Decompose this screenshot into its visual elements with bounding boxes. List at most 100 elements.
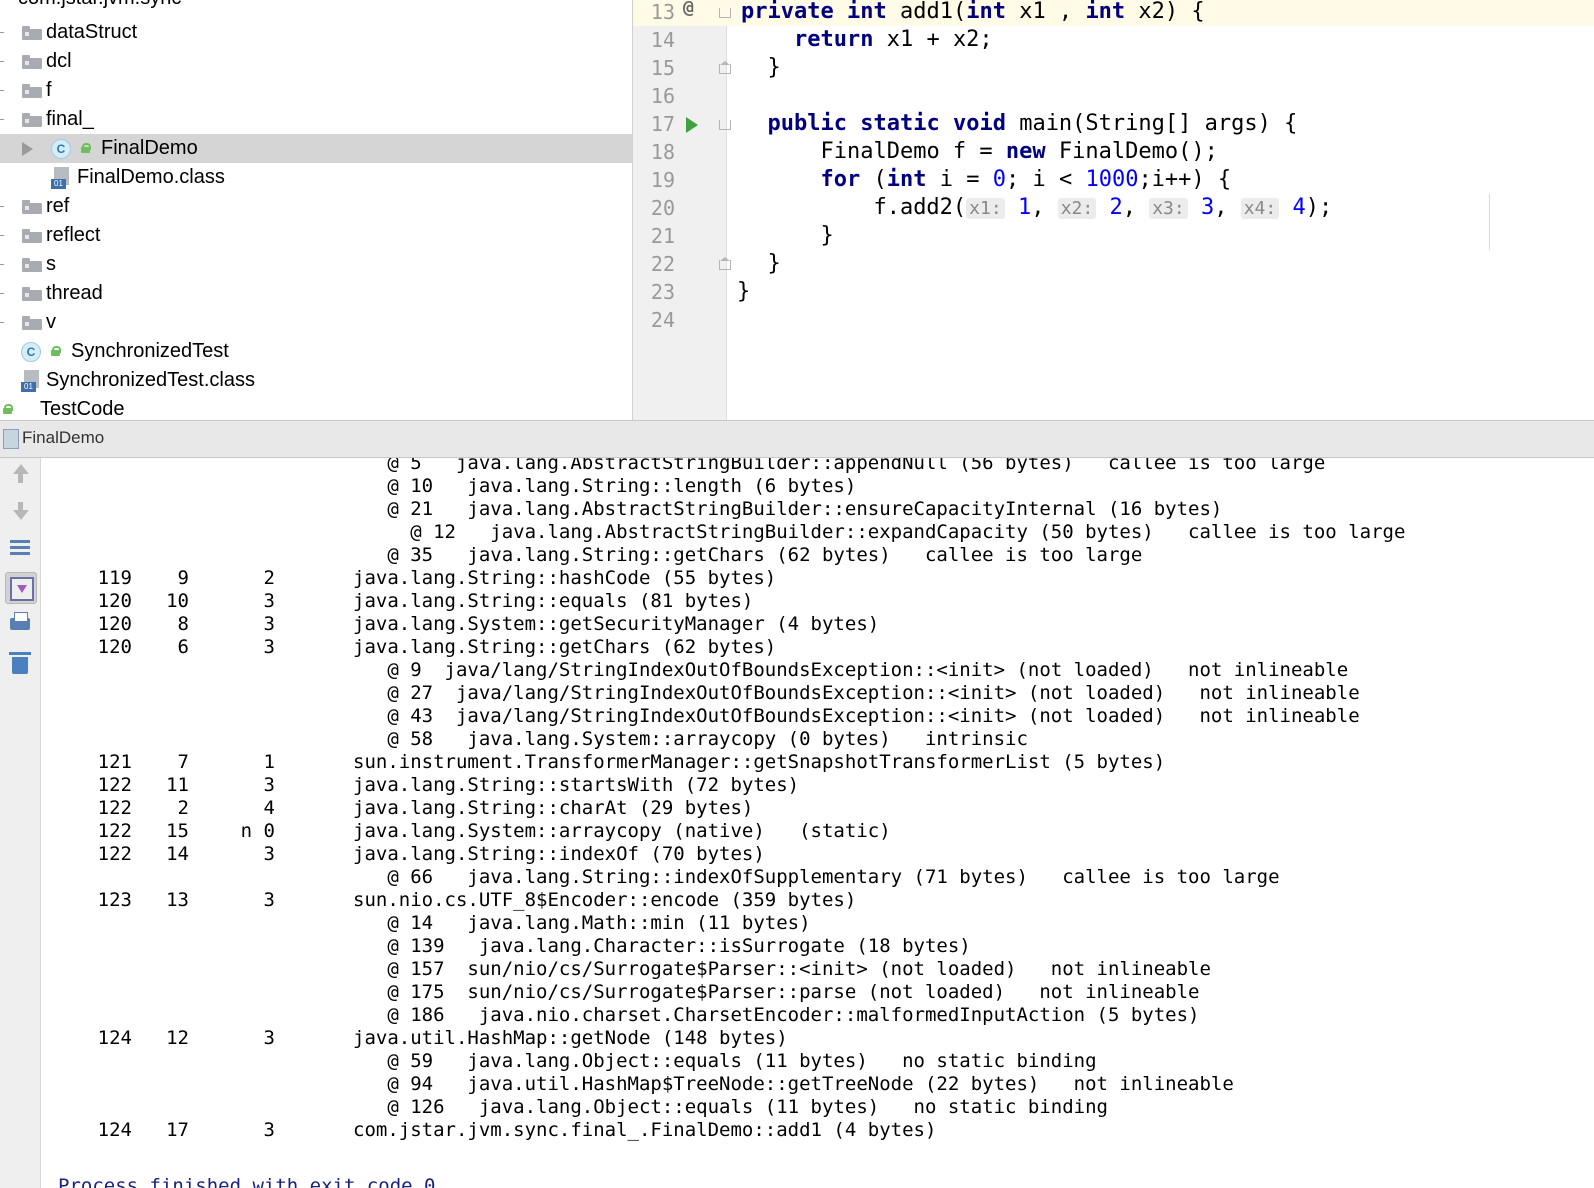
console-line-text: @ 5 java.lang.AbstractStringBuilder::app… <box>353 458 1326 474</box>
code-line-20[interactable]: 20 f.add2(x1: 1, x2: 2, x3: 3, x4: 4); <box>633 194 1594 222</box>
code-line-22[interactable]: 22 } <box>633 250 1594 278</box>
classfile-icon: 01 <box>21 370 39 392</box>
process-exit-message: Process finished with exit code 0 <box>58 1175 436 1188</box>
override-icon[interactable]: @ <box>683 0 694 22</box>
tree-item-thread[interactable]: thread <box>0 279 632 308</box>
console-line-c2: 2 <box>177 797 189 819</box>
console-line-c1: 120 <box>97 613 132 635</box>
expand-arrow-icon[interactable] <box>22 142 33 156</box>
console-line-c3: 3 <box>263 889 275 911</box>
console-line-text: java.lang.String::startsWith (72 bytes) <box>353 774 800 796</box>
console-output[interactable]: @ 5 java.lang.AbstractStringBuilder::app… <box>41 458 1594 1188</box>
console-line-c3: 1 <box>263 751 275 773</box>
console-line-text: java.lang.String::indexOf (70 bytes) <box>353 843 765 865</box>
tree-item-finaldemo-class[interactable]: 01 FinalDemo.class <box>0 163 632 192</box>
console-line-c1: 123 <box>97 889 132 911</box>
folder-icon <box>22 258 42 272</box>
tree-item-label: SynchronizedTest.class <box>46 369 255 391</box>
console-line-c1: 122 <box>97 797 132 819</box>
code-line-14[interactable]: 14 return x1 + x2; <box>633 26 1594 54</box>
run-tab-finaldemo[interactable]: FinalDemo <box>22 428 104 448</box>
console-line-text: @ 35 java.lang.String::getChars (62 byte… <box>353 544 1143 566</box>
tree-item-label: com.jstar.jvm.sync <box>18 0 181 13</box>
tree-item-finaldemo[interactable]: C FinalDemo <box>0 134 632 163</box>
code-line-17[interactable]: 17 public static void main(String[] args… <box>633 110 1594 138</box>
fold-end-icon[interactable] <box>719 257 731 270</box>
console-line-text: @ 139 java.lang.Character::isSurrogate (… <box>353 935 971 957</box>
code-line-24[interactable]: 24 <box>633 306 1594 334</box>
tree-item-package-partial[interactable]: com.jstar.jvm.sync <box>0 0 632 13</box>
folder-icon <box>22 287 42 301</box>
print-icon <box>10 612 30 630</box>
code-line-15[interactable]: 15 } <box>633 54 1594 82</box>
tree-item-label: dcl <box>46 50 72 72</box>
console-line-c3: 3 <box>263 1027 275 1049</box>
print-button[interactable] <box>5 610 35 640</box>
console-line-text: @ 94 java.util.HashMap$TreeNode::getTree… <box>353 1073 1234 1095</box>
console-line-text: sun.nio.cs.UTF_8$Encoder::encode (359 by… <box>353 889 857 911</box>
tree-item-label: reflect <box>46 224 101 246</box>
console-line-c2: 11 <box>166 774 189 796</box>
code-editor[interactable]: 13 @ private int add1(int x1 , int x2) {… <box>633 0 1594 420</box>
console-line-c1: 121 <box>97 751 132 773</box>
console-line-text: java.lang.System::getSecurityManager (4 … <box>353 613 880 635</box>
arrow-up-icon <box>13 464 29 474</box>
code-line-16[interactable]: 16 <box>633 82 1594 110</box>
code-line-23[interactable]: 23 } <box>633 278 1594 306</box>
console-line-c3: 2 <box>263 567 275 589</box>
code-line-18[interactable]: 18 FinalDemo f = new FinalDemo(); <box>633 138 1594 166</box>
console-line-c1: 122 <box>97 774 132 796</box>
tree-item-testcode-partial[interactable]: TestCode <box>0 395 632 420</box>
run-tab-bar: FinalDemo <box>0 420 1594 458</box>
console-line-text: @ 43 java/lang/StringIndexOutOfBoundsExc… <box>353 705 1360 727</box>
param-hint: x2: <box>1057 198 1097 219</box>
param-hint: x1: <box>966 198 1005 219</box>
console-line-text: @ 21 java.lang.AbstractStringBuilder::en… <box>353 498 1223 520</box>
code-line-19[interactable]: 19 for (int i = 0; i < 1000;i++) { <box>633 166 1594 194</box>
line-number: 19 <box>650 168 675 192</box>
console-line-c3: 3 <box>263 636 275 658</box>
tree-item-dcl[interactable]: dcl <box>0 47 632 76</box>
line-number: 18 <box>650 140 675 164</box>
scroll-to-end-icon <box>10 577 34 601</box>
console-line-text: @ 157 sun/nio/cs/Surrogate$Parser::<init… <box>353 958 1211 980</box>
tree-item-ref[interactable]: ref <box>0 192 632 221</box>
up-stack-button[interactable] <box>5 458 35 488</box>
tree-item-synchronizedtest[interactable]: C SynchronizedTest <box>0 337 632 366</box>
console-line-c3: 3 <box>263 613 275 635</box>
tree-item-v[interactable]: v <box>0 308 632 337</box>
tree-item-f[interactable]: f <box>0 76 632 105</box>
clear-all-button[interactable] <box>5 648 35 678</box>
down-stack-button[interactable] <box>5 496 35 526</box>
console-line-c3: 3 <box>263 590 275 612</box>
line-number: 14 <box>650 28 675 52</box>
tree-item-label: dataStruct <box>46 21 138 43</box>
console-line-c2: 12 <box>166 1027 189 1049</box>
folder-icon <box>22 26 42 40</box>
console-line-text: @ 126 java.lang.Object::equals (11 bytes… <box>353 1096 1108 1118</box>
fold-icon[interactable] <box>719 117 731 130</box>
line-number: 23 <box>650 280 675 304</box>
folder-icon <box>22 55 42 69</box>
run-icon[interactable] <box>686 117 698 133</box>
fold-end-icon[interactable] <box>719 61 731 74</box>
line-number: 21 <box>650 224 675 248</box>
code-line-21[interactable]: 21 } <box>633 222 1594 250</box>
soft-wrap-button[interactable] <box>5 534 35 564</box>
console-line-text: @ 27 java/lang/StringIndexOutOfBoundsExc… <box>353 682 1360 704</box>
code-line-13[interactable]: 13 @ private int add1(int x1 , int x2) { <box>633 0 1594 26</box>
param-hint: x4: <box>1240 198 1280 219</box>
line-number: 15 <box>650 56 675 80</box>
fold-icon[interactable] <box>719 5 731 18</box>
console-line-c1: 124 <box>97 1027 132 1049</box>
console-line-text: sun.instrument.TransformerManager::getSn… <box>353 751 1166 773</box>
console-line-text: @ 59 java.lang.Object::equals (11 bytes)… <box>353 1050 1097 1072</box>
scroll-to-end-button[interactable] <box>5 572 37 604</box>
tree-item-final[interactable]: final_ <box>0 105 632 134</box>
soft-wrap-icon <box>10 540 30 543</box>
tree-item-datastruct[interactable]: dataStruct <box>0 18 632 47</box>
tree-item-synchronizedtest-class[interactable]: 01 SynchronizedTest.class <box>0 366 632 395</box>
tree-item-reflect[interactable]: reflect <box>0 221 632 250</box>
tree-item-s[interactable]: s <box>0 250 632 279</box>
console-line-c2: 17 <box>166 1119 189 1141</box>
